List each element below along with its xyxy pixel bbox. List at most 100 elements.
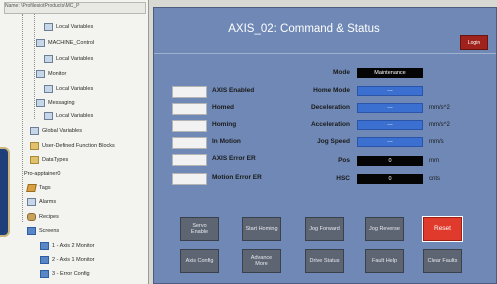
tree-item-datatypes[interactable]: DataTypes	[30, 154, 68, 166]
tree-item-label: Local Variables	[56, 56, 94, 62]
variables-icon	[44, 112, 53, 120]
tree-item-label: 2 - Axis 1 Monitor	[52, 257, 95, 263]
screen-icon	[40, 242, 49, 250]
homing-lamp	[172, 120, 207, 132]
tree-item-recipes[interactable]: Recipes	[27, 211, 59, 223]
in-motion-label: In Motion	[212, 138, 241, 145]
tree-item-local-variables[interactable]: Local Variables	[44, 83, 93, 95]
tree-item-label: Local Variables	[56, 86, 94, 92]
variables-icon	[44, 23, 53, 31]
fault-help-button[interactable]: Fault Help	[365, 249, 404, 273]
program-icon	[36, 99, 45, 107]
homed-lamp	[172, 103, 207, 115]
tree-item-screen-error-config[interactable]: 3 - Error Config	[40, 268, 90, 280]
hsc-label: HSC	[336, 175, 350, 182]
tree-item-label: Monitor	[48, 71, 67, 77]
variables-icon	[44, 85, 53, 93]
servo-enable-button[interactable]: Servo Enable	[180, 217, 219, 241]
screen-icon	[40, 270, 49, 278]
tree-item-alarms[interactable]: Alarms	[27, 196, 56, 208]
tree-item-screen-axis2-monitor[interactable]: 1 - Axis 2 Monitor	[40, 240, 95, 252]
axis-enabled-label: AXIS Enabled	[212, 87, 255, 94]
tree-path-field[interactable]: Name: \ProfilesiotProducts\MC_P	[4, 2, 146, 14]
deceleration-unit: mm/s^2	[429, 105, 450, 111]
tree-item-screen-axis1-monitor[interactable]: 2 - Axis 1 Monitor	[40, 254, 95, 266]
hsc-value: 0	[357, 174, 423, 184]
mode-value: Maintenance	[357, 68, 423, 78]
axis-enabled-lamp	[172, 86, 207, 98]
folder-icon	[30, 156, 39, 164]
tree-item-pro-apptainer[interactable]: Pro-apptainer0	[24, 168, 60, 180]
tree-item-label: Alarms	[39, 199, 57, 205]
advance-more-button[interactable]: Advance More	[242, 249, 281, 273]
start-homing-button[interactable]: Start Homing	[242, 217, 281, 241]
tree-item-machine-control[interactable]: MACHINE_Control	[36, 37, 94, 49]
folder-icon	[30, 142, 39, 150]
tree-item-monitor[interactable]: Monitor	[36, 68, 66, 80]
home-mode-input[interactable]: ---	[357, 86, 423, 96]
acceleration-unit: mm/s^2	[429, 122, 450, 128]
axis-error-lamp	[172, 154, 207, 166]
tree-item-label: Tags	[39, 185, 51, 191]
magnified-callout	[0, 147, 10, 237]
homing-label: Homing	[212, 121, 237, 128]
login-button[interactable]: Login	[460, 35, 488, 50]
tree-item-label: Pro-apptainer0	[24, 171, 61, 177]
tree-item-tags[interactable]: Tags	[26, 182, 51, 194]
deceleration-input[interactable]: ---	[357, 103, 423, 113]
tree-item-label: Global Variables	[42, 128, 82, 134]
jog-reverse-button[interactable]: Jog Reverse	[365, 217, 404, 241]
axis-error-label: AXIS Error ER	[212, 155, 256, 162]
pos-value: 0	[357, 156, 423, 166]
hmi-screen: AXIS_02: Command & Status Login AXIS Ena…	[153, 7, 497, 284]
motion-error-lamp	[172, 173, 207, 185]
hsc-unit: cnts	[429, 176, 441, 182]
alarm-icon	[27, 198, 36, 206]
axis-config-button[interactable]: Axis Config	[180, 249, 219, 273]
home-mode-label: Home Mode	[313, 87, 350, 94]
jog-speed-label: Jog Speed	[317, 138, 350, 145]
tree-item-label: Recipes	[39, 214, 59, 220]
acceleration-label: Acceleration	[310, 121, 350, 128]
tree-item-global-variables[interactable]: Global Variables	[30, 125, 82, 137]
drive-status-button[interactable]: Drive Status	[305, 249, 344, 273]
reset-button[interactable]: Reset	[422, 216, 463, 242]
acceleration-input[interactable]: ---	[357, 120, 423, 130]
tree-item-local-variables[interactable]: Local Variables	[44, 110, 93, 122]
pos-unit: mm	[429, 158, 439, 164]
mode-label: Mode	[333, 69, 350, 76]
screen-icon	[27, 227, 36, 235]
tree-item-label: DataTypes	[42, 157, 69, 163]
jog-speed-input[interactable]: ---	[357, 137, 423, 147]
tree-item-local-variables[interactable]: Local Variables	[44, 21, 93, 33]
pos-label: Pos	[338, 157, 350, 164]
tree-guide-line	[34, 14, 35, 119]
deceleration-label: Deceleration	[310, 104, 350, 111]
tree-item-messaging[interactable]: Messaging	[36, 97, 75, 109]
project-tree-panel: Name: \ProfilesiotProducts\MC_P Local Va…	[0, 0, 149, 284]
screen-icon	[40, 256, 49, 264]
tree-item-label: Messaging	[48, 100, 75, 106]
recipe-icon	[27, 213, 36, 221]
tree-item-local-variables[interactable]: Local Variables	[44, 53, 93, 65]
screen-title: AXIS_02: Command & Status	[228, 23, 380, 35]
title-divider	[154, 53, 496, 54]
jog-forward-button[interactable]: Jog Forward	[305, 217, 344, 241]
variables-icon	[30, 127, 39, 135]
tree-item-label: MACHINE_Control	[48, 40, 95, 46]
tree-item-label: 1 - Axis 2 Monitor	[52, 243, 95, 249]
tree-guide-line	[22, 14, 23, 222]
clear-faults-button[interactable]: Clear Faults	[423, 249, 462, 273]
program-icon	[36, 70, 45, 78]
homed-label: Homed	[212, 104, 235, 111]
in-motion-lamp	[172, 137, 207, 149]
jog-speed-unit: mm/s	[429, 139, 444, 145]
program-icon	[36, 39, 45, 47]
tree-item-label: Local Variables	[56, 24, 94, 30]
variables-icon	[44, 55, 53, 63]
tree-item-screens[interactable]: Screens	[27, 225, 59, 237]
tree-item-label: User-Defined Function Blocks	[42, 143, 115, 149]
tree-item-label: Local Variables	[56, 113, 94, 119]
tree-item-user-function-blocks[interactable]: User-Defined Function Blocks	[30, 140, 115, 152]
tree-item-label: 3 - Error Config	[52, 271, 90, 277]
